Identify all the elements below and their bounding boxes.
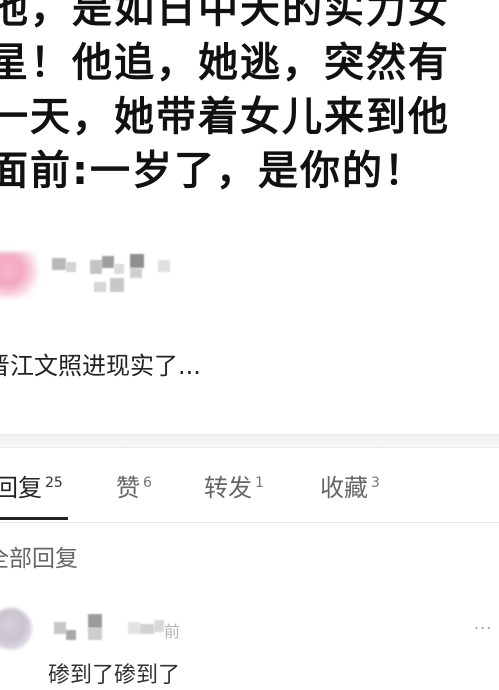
- post-caption: 晋江文照进现实了...: [0, 352, 201, 380]
- tab-label: 转发: [204, 474, 252, 502]
- tab-label: 回复: [0, 474, 42, 502]
- tab-count: 6: [143, 475, 152, 491]
- author-avatar[interactable]: [0, 252, 38, 298]
- tab-count: 1: [255, 475, 264, 491]
- comment-tabs: 回复 25 赞6 转发 1 收藏 3: [0, 446, 499, 523]
- headline-line: 一天，她带着女儿来到他: [0, 94, 450, 140]
- post-headline: 他，是如日中天的实力女 星！他追，她逃，突然有 一天，她带着女儿来到他 面前:一…: [0, 0, 499, 198]
- author-row[interactable]: [0, 248, 260, 318]
- active-tab-indicator: [0, 517, 68, 520]
- tab-count: 3: [371, 475, 380, 491]
- reply-text: 碜到了碜到了: [48, 663, 181, 688]
- tab-label: 收藏: [320, 474, 368, 502]
- tab-favorites[interactable]: 收藏 3: [320, 468, 380, 503]
- headline-line: 他，是如日中天的实力女: [0, 0, 450, 32]
- more-options-icon[interactable]: ...: [474, 614, 492, 633]
- tab-label: 赞: [116, 474, 140, 502]
- reply-item: 前 ... 碜到了碜到了: [0, 600, 499, 688]
- reply-avatar[interactable]: [0, 608, 32, 650]
- all-replies-heading: 全部回复: [0, 546, 78, 572]
- headline-line: 星！他追，她逃，突然有: [0, 40, 450, 86]
- reply-timestamp: 前: [164, 622, 181, 641]
- tab-reposts[interactable]: 转发 1: [204, 468, 264, 503]
- tab-replies[interactable]: 回复 25: [0, 468, 63, 503]
- tab-likes[interactable]: 赞6: [116, 468, 152, 503]
- tab-count: 25: [45, 475, 63, 491]
- headline-line: 面前:一岁了，是你的！: [0, 148, 426, 194]
